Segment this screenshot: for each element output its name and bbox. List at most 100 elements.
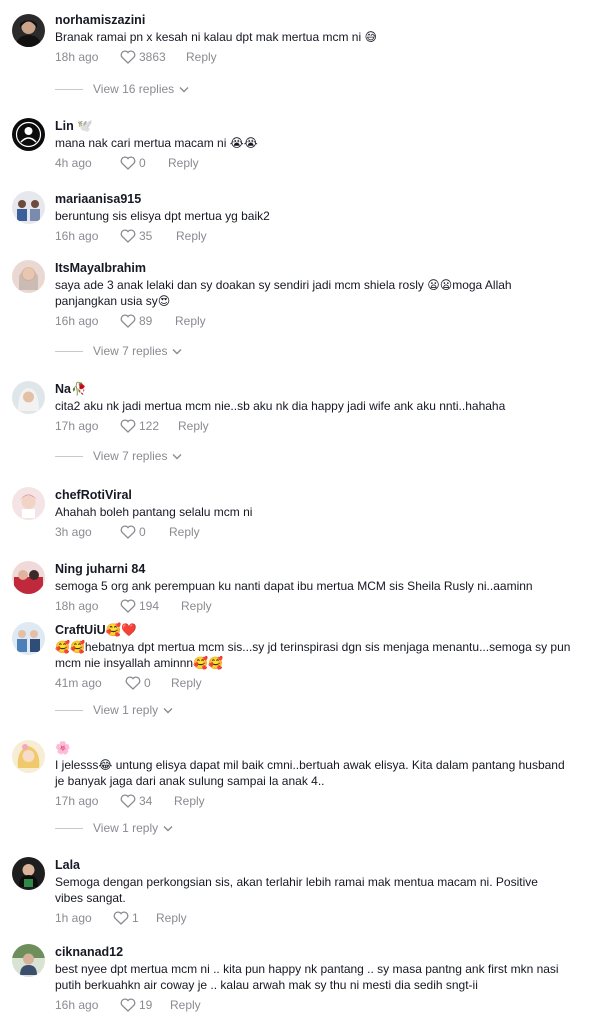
- divider-line: [55, 88, 83, 90]
- reply-button[interactable]: Reply: [181, 599, 212, 613]
- view-replies-label: View 16 replies: [93, 82, 175, 96]
- comment-time: 41m ago: [55, 676, 102, 690]
- comment-text: Branak ramai pn x kesah ni kalau dpt mak…: [55, 30, 377, 44]
- like-button[interactable]: 3863: [120, 50, 186, 64]
- heart-outline-icon: [120, 50, 136, 64]
- avatar[interactable]: [12, 118, 45, 151]
- comment-time: 16h ago: [55, 314, 99, 328]
- avatar[interactable]: [12, 857, 45, 890]
- like-button[interactable]: 19: [120, 998, 170, 1012]
- like-button[interactable]: 0: [125, 676, 171, 690]
- comment-text: beruntung sis elisya dpt mertua yg baik2: [55, 209, 270, 223]
- comment-username[interactable]: chefRotiViral: [55, 487, 576, 503]
- heart-outline-icon: [120, 229, 136, 243]
- view-replies-label: View 7 replies: [93, 344, 168, 358]
- avatar[interactable]: [12, 14, 45, 47]
- like-button[interactable]: 35: [120, 229, 176, 243]
- reply-button[interactable]: Reply: [169, 525, 200, 539]
- comment-username[interactable]: norhamiszazini: [55, 12, 576, 28]
- comment-time: 18h ago: [55, 599, 99, 613]
- chevron-down-icon: [163, 825, 173, 831]
- view-replies-button[interactable]: View 1 reply: [55, 820, 173, 836]
- comment-username[interactable]: ItsMayaIbrahim: [55, 260, 576, 276]
- avatar[interactable]: [12, 944, 45, 977]
- heart-outline-icon: [120, 794, 136, 808]
- reply-button[interactable]: Reply: [168, 156, 199, 170]
- like-count: 0: [139, 156, 146, 170]
- comment-text: semoga 5 org ank perempuan ku nanti dapa…: [55, 579, 533, 593]
- like-button[interactable]: 194: [120, 599, 181, 613]
- heart-outline-icon: [125, 676, 141, 690]
- comment-time: 17h ago: [55, 419, 99, 433]
- reply-button[interactable]: Reply: [176, 229, 207, 243]
- comment-text: I jelesss😂 untung elisya dapat mil baik …: [55, 758, 565, 788]
- comment-username[interactable]: Lala: [55, 857, 576, 873]
- reply-button[interactable]: Reply: [186, 50, 217, 64]
- like-count: 122: [139, 419, 160, 433]
- like-button[interactable]: 0: [120, 525, 169, 539]
- like-button[interactable]: 89: [120, 314, 175, 328]
- reply-button[interactable]: Reply: [170, 998, 201, 1012]
- avatar[interactable]: [12, 740, 45, 773]
- chevron-down-icon: [163, 707, 173, 713]
- like-count: 0: [144, 676, 151, 690]
- comment-username[interactable]: mariaanisa915: [55, 191, 576, 207]
- comment-time: 17h ago: [55, 794, 99, 808]
- divider-line: [55, 350, 83, 352]
- reply-button[interactable]: Reply: [175, 314, 206, 328]
- comment-text: cita2 aku nk jadi mertua mcm nie..sb aku…: [55, 399, 506, 413]
- like-button[interactable]: 0: [120, 156, 168, 170]
- comment-time: 3h ago: [55, 525, 92, 539]
- reply-button[interactable]: Reply: [174, 794, 205, 808]
- divider-line: [55, 455, 83, 457]
- comment-username[interactable]: ciknanad12: [55, 944, 576, 960]
- like-button[interactable]: 1: [113, 911, 156, 925]
- chevron-down-icon: [172, 348, 182, 354]
- divider-line: [55, 709, 83, 711]
- view-replies-button[interactable]: View 1 reply: [55, 702, 173, 718]
- reply-button[interactable]: Reply: [178, 419, 209, 433]
- reply-button[interactable]: Reply: [171, 676, 202, 690]
- comment-username[interactable]: Ning juharni 84: [55, 561, 576, 577]
- comment-time: 16h ago: [55, 229, 99, 243]
- comment-username[interactable]: Lin 🕊️: [55, 118, 576, 134]
- comment-text: 🥰🥰hebatnya dpt mertua mcm sis...sy jd te…: [55, 640, 571, 670]
- chevron-down-icon: [172, 453, 182, 459]
- view-replies-label: View 1 reply: [93, 703, 159, 717]
- comment-text: Semoga dengan perkongsian sis, akan terl…: [55, 875, 538, 905]
- comment-text: mana nak cari mertua macam ni 😭😭: [55, 136, 258, 150]
- comment-text: saya ade 3 anak lelaki dan sy doakan sy …: [55, 278, 512, 308]
- view-replies-label: View 1 reply: [93, 821, 159, 835]
- comment-username[interactable]: CraftUiU🥰❤️: [55, 622, 576, 638]
- heart-outline-icon: [120, 525, 136, 539]
- avatar[interactable]: [12, 191, 45, 224]
- view-replies-button[interactable]: View 7 replies: [55, 448, 182, 464]
- view-replies-button[interactable]: View 7 replies: [55, 343, 182, 359]
- like-button[interactable]: 34: [120, 794, 174, 808]
- like-count: 89: [139, 314, 153, 328]
- like-button[interactable]: 122: [120, 419, 178, 433]
- comment-username[interactable]: Na🥀: [55, 381, 576, 397]
- avatar[interactable]: [12, 381, 45, 414]
- like-count: 1: [132, 911, 139, 925]
- comment-text: Ahahah boleh pantang selalu mcm ni: [55, 505, 253, 519]
- avatar[interactable]: [12, 260, 45, 293]
- avatar[interactable]: [12, 622, 45, 655]
- like-count: 0: [139, 525, 146, 539]
- heart-outline-icon: [120, 314, 136, 328]
- divider-line: [55, 827, 83, 829]
- comment-text: best nyee dpt mertua mcm ni .. kita pun …: [55, 962, 559, 992]
- heart-outline-icon: [120, 599, 136, 613]
- like-count: 35: [139, 229, 153, 243]
- comment-time: 4h ago: [55, 156, 92, 170]
- comment-username[interactable]: 🌸: [55, 740, 576, 756]
- avatar[interactable]: [12, 561, 45, 594]
- heart-outline-icon: [120, 998, 136, 1012]
- comment-time: 16h ago: [55, 998, 99, 1012]
- view-replies-button[interactable]: View 16 replies: [55, 81, 189, 97]
- avatar[interactable]: [12, 487, 45, 520]
- heart-outline-icon: [120, 156, 136, 170]
- like-count: 19: [139, 998, 153, 1012]
- view-replies-label: View 7 replies: [93, 449, 168, 463]
- reply-button[interactable]: Reply: [156, 911, 187, 925]
